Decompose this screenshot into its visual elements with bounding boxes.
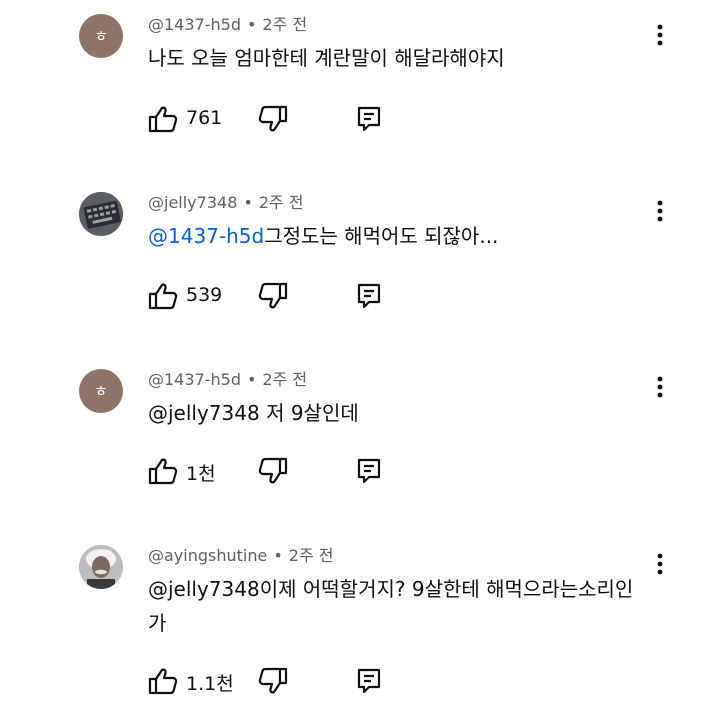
like-icon — [148, 668, 178, 695]
avatar-letter: ㅎ — [94, 26, 108, 45]
like-count: 761 — [186, 107, 223, 129]
like-icon — [148, 458, 178, 485]
comment-body: 그정도는 해먹어도 되잖아... — [264, 224, 499, 248]
mention-link[interactable]: @jelly7348 — [148, 577, 260, 601]
author-name[interactable]: @ayingshutine — [148, 546, 267, 565]
separator: • — [246, 15, 257, 34]
like-button[interactable] — [148, 105, 178, 133]
timestamp[interactable]: 2주 전 — [262, 15, 307, 34]
reply-icon — [357, 458, 381, 484]
like-icon — [148, 283, 178, 310]
keyboard-avatar-icon — [79, 192, 123, 236]
more-options-button[interactable] — [650, 551, 670, 577]
comment-meta: @1437-h5d • 2주 전 — [148, 366, 307, 390]
like-button[interactable] — [148, 667, 178, 695]
reply-button[interactable] — [355, 457, 383, 485]
comment-body: @jelly7348 저 9살인데 — [148, 401, 359, 425]
more-options-button[interactable] — [650, 22, 670, 48]
author-name[interactable]: @1437-h5d — [148, 15, 241, 34]
separator: • — [243, 193, 253, 212]
comment-text: 나도 오늘 엄마한테 계란말이 해달라해야지 — [148, 41, 648, 75]
avatar[interactable]: ㅎ — [79, 369, 123, 413]
dislike-button[interactable] — [258, 667, 288, 695]
mention-link[interactable]: @1437-h5d — [148, 224, 264, 248]
author-name[interactable]: @1437-h5d — [148, 370, 241, 389]
reply-icon — [357, 106, 381, 132]
like-count: 539 — [186, 284, 223, 306]
more-options-button[interactable] — [650, 374, 670, 400]
dislike-icon — [258, 457, 288, 484]
more-options-button[interactable] — [650, 198, 670, 224]
more-vert-icon — [657, 24, 663, 46]
like-icon — [148, 106, 178, 133]
comment-text: @jelly7348이제 어떡할거지? 9살한테 해먹으라는소리인가 — [148, 572, 643, 640]
dislike-icon — [258, 667, 288, 694]
timestamp[interactable]: 2주 전 — [262, 370, 307, 389]
portrait-avatar-icon — [79, 545, 123, 589]
separator: • — [273, 546, 283, 565]
avatar[interactable]: ㅎ — [79, 14, 123, 58]
dislike-button[interactable] — [258, 105, 288, 133]
comment-meta: @jelly7348 • 2주 전 — [148, 189, 304, 213]
more-vert-icon — [657, 376, 663, 398]
comment-body: 나도 오늘 엄마한테 계란말이 해달라해야지 — [148, 46, 505, 70]
reply-button[interactable] — [355, 282, 383, 310]
reply-button[interactable] — [355, 667, 383, 695]
more-vert-icon — [657, 553, 663, 575]
timestamp[interactable]: 2주 전 — [289, 546, 334, 565]
comment-meta: @1437-h5d • 2주 전 — [148, 11, 307, 35]
reply-icon — [357, 668, 381, 694]
more-vert-icon — [657, 200, 663, 222]
timestamp[interactable]: 2주 전 — [259, 193, 304, 212]
comment-text: @jelly7348 저 9살인데 — [148, 396, 648, 430]
dislike-icon — [258, 105, 288, 132]
separator: • — [246, 370, 257, 389]
avatar-letter: ㅎ — [94, 381, 108, 400]
author-name[interactable]: @jelly7348 — [148, 193, 237, 212]
like-button[interactable] — [148, 282, 178, 310]
avatar[interactable] — [79, 545, 123, 589]
reply-icon — [357, 283, 381, 309]
dislike-icon — [258, 282, 288, 309]
like-button[interactable] — [148, 457, 178, 485]
like-count: 1.1천 — [186, 673, 234, 695]
reply-button[interactable] — [355, 105, 383, 133]
avatar[interactable] — [79, 192, 123, 236]
like-count: 1천 — [186, 463, 216, 485]
comment-meta: @ayingshutine • 2주 전 — [148, 542, 334, 566]
dislike-button[interactable] — [258, 282, 288, 310]
comment-text: @1437-h5d그정도는 해먹어도 되잖아... — [148, 219, 648, 253]
dislike-button[interactable] — [258, 457, 288, 485]
